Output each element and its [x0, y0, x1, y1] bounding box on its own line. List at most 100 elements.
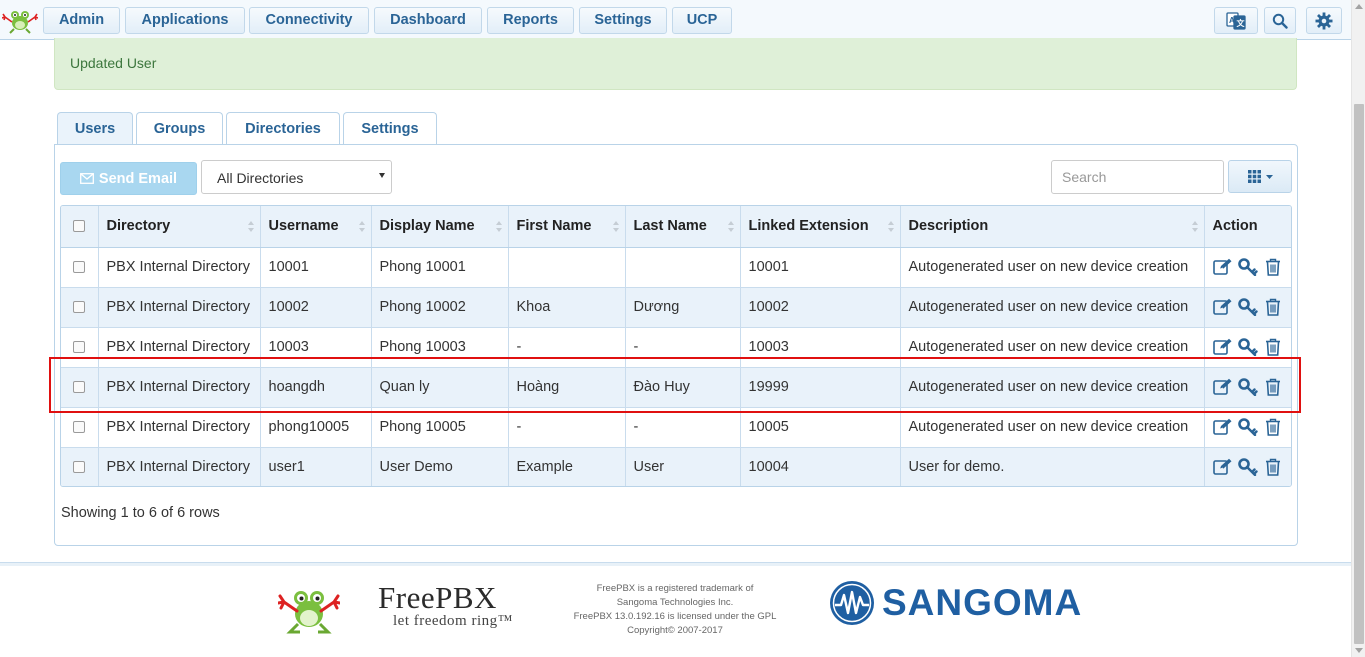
caret-down-icon — [379, 173, 385, 178]
search-icon — [1272, 13, 1288, 29]
sort-icon[interactable] — [1191, 221, 1198, 232]
nav-connectivity[interactable]: Connectivity — [249, 7, 369, 34]
sangoma-logo-icon[interactable] — [829, 580, 875, 626]
row-checkbox[interactable] — [73, 461, 85, 474]
page-scrollbar[interactable] — [1351, 0, 1365, 657]
trash-icon[interactable] — [1263, 257, 1283, 277]
column-header-linked-extension[interactable]: Linked Extension — [740, 206, 901, 248]
freepbx-frog-logo-icon[interactable] — [2, 6, 38, 34]
nav-reports[interactable]: Reports — [487, 7, 574, 34]
table-row-highlighted[interactable]: PBX Internal Directory hoangdh Quan ly Hoàn… — [61, 367, 1291, 408]
nav-admin[interactable]: Admin — [43, 7, 120, 34]
legal-line: Sangoma Technologies Inc. — [616, 597, 734, 608]
nav-applications[interactable]: Applications — [125, 7, 245, 34]
tab-groups[interactable]: Groups — [136, 112, 223, 145]
key-icon[interactable] — [1237, 257, 1258, 277]
column-header-username[interactable]: Username — [260, 206, 372, 248]
column-header-display-name[interactable]: Display Name — [371, 206, 509, 248]
scroll-up-arrow-icon[interactable] — [1355, 4, 1363, 9]
trash-icon[interactable] — [1263, 297, 1283, 317]
trash-icon[interactable] — [1263, 337, 1283, 357]
grid-icon — [1247, 170, 1261, 183]
key-icon[interactable] — [1237, 417, 1258, 437]
key-icon[interactable] — [1237, 337, 1258, 357]
cell-linked-extension: 10004 — [740, 447, 901, 486]
key-icon[interactable] — [1237, 297, 1258, 317]
directory-filter-select[interactable]: All Directories — [201, 160, 392, 194]
cell-select — [61, 327, 99, 368]
freepbx-frog-logo-icon[interactable] — [278, 578, 340, 634]
row-checkbox[interactable] — [73, 301, 85, 314]
select-all-checkbox[interactable] — [73, 220, 85, 233]
edit-icon[interactable] — [1212, 297, 1233, 317]
cell-select — [61, 247, 99, 288]
envelope-icon — [79, 173, 94, 184]
trash-icon[interactable] — [1263, 457, 1283, 477]
cell-actions — [1204, 287, 1291, 328]
cell-first-name: - — [508, 327, 626, 368]
row-checkbox[interactable] — [73, 341, 85, 354]
legal-line: FreePBX 13.0.192.16 is licensed under th… — [573, 611, 777, 622]
column-header-description[interactable]: Description — [900, 206, 1205, 248]
cell-linked-extension: 10003 — [740, 327, 901, 368]
trash-icon[interactable] — [1263, 417, 1283, 437]
cell-display-name: Phong 10005 — [371, 407, 509, 448]
sort-icon[interactable] — [358, 221, 365, 232]
sort-icon[interactable] — [727, 221, 734, 232]
cell-select — [61, 367, 99, 408]
gear-icon — [1315, 12, 1333, 29]
search-input[interactable] — [1051, 160, 1224, 194]
cell-linked-extension: 10005 — [740, 407, 901, 448]
nav-ucp[interactable]: UCP — [672, 7, 732, 34]
edit-icon[interactable] — [1212, 417, 1233, 437]
edit-icon[interactable] — [1212, 257, 1233, 277]
sort-icon[interactable] — [495, 221, 502, 232]
tab-directories[interactable]: Directories — [226, 112, 340, 145]
cell-username: 10001 — [260, 247, 372, 288]
footer-legal: FreePBX is a registered trademark of San… — [558, 582, 792, 638]
cell-last-name: - — [625, 327, 741, 368]
cell-username: hoangdh — [260, 367, 372, 408]
trash-icon[interactable] — [1263, 377, 1283, 397]
tab-settings[interactable]: Settings — [343, 112, 437, 145]
tab-users[interactable]: Users — [57, 112, 133, 146]
table-row[interactable]: PBX Internal Directory phong10005 Phong 10… — [61, 407, 1291, 448]
sort-icon[interactable] — [247, 221, 254, 232]
send-email-button[interactable]: Send Email — [60, 162, 197, 195]
nav-settings[interactable]: Settings — [579, 7, 667, 34]
edit-icon[interactable] — [1212, 337, 1233, 357]
table-row[interactable]: PBX Internal Directory 10003 Phong 10003- -… — [61, 327, 1291, 368]
key-icon[interactable] — [1237, 377, 1258, 397]
cell-directory: PBX Internal Directory — [98, 327, 261, 368]
cell-directory: PBX Internal Directory — [98, 407, 261, 448]
column-header-last-name[interactable]: Last Name — [625, 206, 741, 248]
cell-display-name: Phong 10001 — [371, 247, 509, 288]
settings-gear-button[interactable] — [1306, 7, 1342, 34]
cell-description: Autogenerated user on new device creatio… — [900, 407, 1205, 448]
language-button[interactable]: A 文 — [1214, 7, 1258, 34]
cell-username: 10002 — [260, 287, 372, 328]
column-header-action: Action — [1204, 206, 1291, 248]
columns-toggle-button[interactable] — [1228, 160, 1292, 193]
cell-description: User for demo. — [900, 447, 1205, 486]
table-row[interactable]: PBX Internal Directory 10002 Phong 10002 Kh… — [61, 287, 1291, 328]
search-button[interactable] — [1264, 7, 1296, 34]
row-checkbox[interactable] — [73, 381, 85, 394]
table-row[interactable]: PBX Internal Directory 10001 Phong 10001 10… — [61, 247, 1291, 288]
cell-linked-extension: 10001 — [740, 247, 901, 288]
scroll-thumb[interactable] — [1354, 104, 1364, 644]
cell-first-name: Khoa — [508, 287, 626, 328]
column-header-directory[interactable]: Directory — [98, 206, 261, 248]
scroll-down-arrow-icon[interactable] — [1355, 648, 1363, 653]
sort-icon[interactable] — [612, 221, 619, 232]
key-icon[interactable] — [1237, 457, 1258, 477]
row-checkbox[interactable] — [73, 421, 85, 434]
nav-dashboard[interactable]: Dashboard — [374, 7, 482, 34]
row-checkbox[interactable] — [73, 261, 85, 274]
sort-icon[interactable] — [887, 221, 894, 232]
edit-icon[interactable] — [1212, 377, 1233, 397]
edit-icon[interactable] — [1212, 457, 1233, 477]
translate-icon: A 文 — [1226, 11, 1246, 30]
table-row[interactable]: PBX Internal Directory user1 User Demo Exam… — [61, 447, 1291, 486]
column-header-first-name[interactable]: First Name — [508, 206, 626, 248]
